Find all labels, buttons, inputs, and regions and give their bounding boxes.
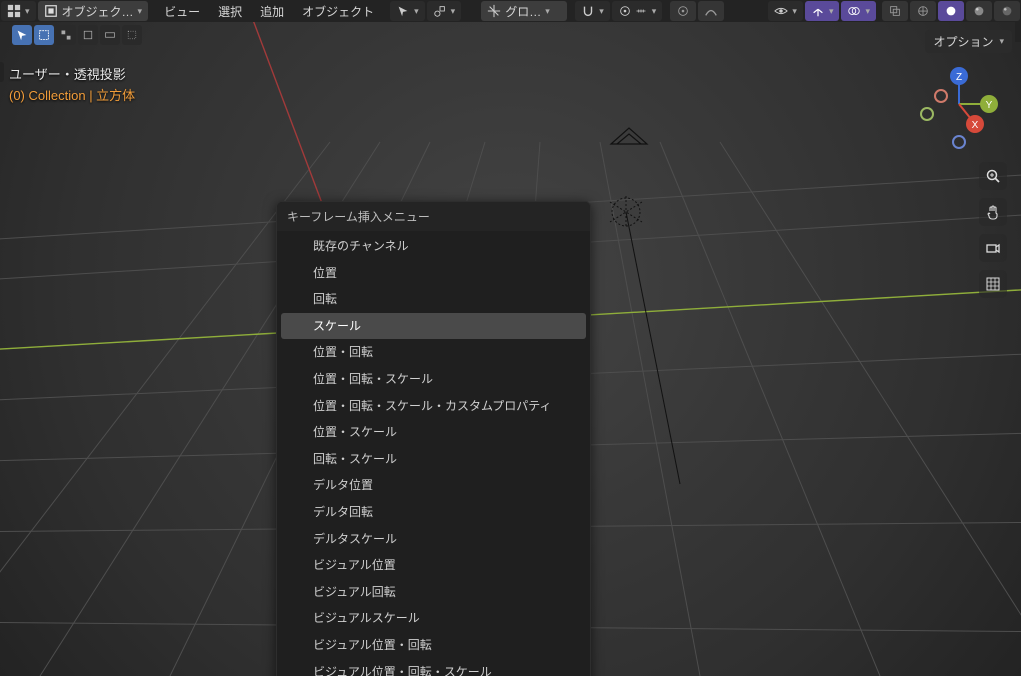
menu-item[interactable]: 位置・スケール xyxy=(281,419,586,446)
rendered-icon xyxy=(1000,4,1014,18)
menu-item[interactable]: 位置・回転 xyxy=(281,339,586,366)
mode-label: オブジェク… xyxy=(62,3,134,20)
pivot-dropdown[interactable] xyxy=(427,1,462,21)
menu-item[interactable]: 位置 xyxy=(281,260,586,287)
viewport-info: ユーザー・透視投影 (0) Collection | 立方体 xyxy=(9,64,135,104)
pan-tool[interactable] xyxy=(979,198,1007,226)
svg-text:Y: Y xyxy=(986,100,993,111)
menu-item[interactable]: 位置・回転・スケール xyxy=(281,366,586,393)
select-tool-tweak[interactable] xyxy=(12,25,32,45)
proportional-icon xyxy=(618,4,632,18)
grid-icon xyxy=(7,4,21,18)
zoom-tool[interactable] xyxy=(979,162,1007,190)
global-icon xyxy=(487,4,501,18)
object-mode-icon xyxy=(44,4,58,18)
orientation-dropdown[interactable]: グロ… xyxy=(481,1,567,21)
menu-title: キーフレーム挿入メニュー xyxy=(277,202,590,231)
menu-view[interactable]: ビュー xyxy=(156,1,208,21)
menu-item[interactable]: 回転・スケール xyxy=(281,446,586,473)
menu-item[interactable]: デルタ位置 xyxy=(281,472,586,499)
menu-item[interactable]: 回転 xyxy=(281,286,586,313)
matprev-icon xyxy=(972,4,986,18)
viewport-projection-label: ユーザー・透視投影 xyxy=(9,64,135,83)
transform-orientation-1[interactable] xyxy=(390,1,425,21)
menu-item[interactable]: ビジュアル位置・回転 xyxy=(281,632,586,659)
select-tool-subtract[interactable] xyxy=(78,25,98,45)
xray-icon xyxy=(888,4,902,18)
snap-dropdown[interactable] xyxy=(575,1,610,21)
eye-icon xyxy=(774,4,788,18)
cursor-icon xyxy=(396,4,410,18)
curve-toggle[interactable] xyxy=(698,1,724,21)
overlays-icon xyxy=(847,4,861,18)
camera-object[interactable] xyxy=(607,122,651,152)
shading-rendered[interactable] xyxy=(994,1,1020,21)
orientation-label: グロ… xyxy=(505,3,541,20)
light-object[interactable] xyxy=(600,194,690,494)
select-mode-toolbar xyxy=(0,24,1021,46)
select-tool-intersect[interactable] xyxy=(122,25,142,45)
menu-item[interactable]: 位置・回転・スケール・カスタムプロパティ xyxy=(281,393,586,420)
menu-item[interactable]: デルタ回転 xyxy=(281,499,586,526)
proportional-dropdown[interactable] xyxy=(612,1,663,21)
gizmo-dropdown[interactable] xyxy=(805,1,840,21)
visibility-dropdown[interactable] xyxy=(768,1,803,21)
keyframe-insert-menu: キーフレーム挿入メニュー 既存のチャンネル位置回転スケール位置・回転位置・回転・… xyxy=(276,201,591,676)
svg-text:Z: Z xyxy=(956,72,962,83)
header-toolbar: オブジェク… ビュー 選択 追加 オブジェクト グロ… xyxy=(0,0,1021,22)
viewport-side-tools xyxy=(979,162,1007,298)
shading-wire[interactable] xyxy=(910,1,936,21)
menu-item[interactable]: 既存のチャンネル xyxy=(281,233,586,260)
perspective-toggle[interactable] xyxy=(979,270,1007,298)
camera-view-tool[interactable] xyxy=(979,234,1007,262)
overlay-dropdown[interactable] xyxy=(841,1,876,21)
pivot-icon xyxy=(433,4,447,18)
wireframe-icon xyxy=(916,4,930,18)
menu-item[interactable]: デルタスケール xyxy=(281,526,586,553)
svg-text:X: X xyxy=(972,120,979,131)
select-tool-box[interactable] xyxy=(34,25,54,45)
options-dropdown[interactable]: オプション xyxy=(925,30,1012,53)
magnet-icon xyxy=(581,4,595,18)
select-tool-extend[interactable] xyxy=(56,25,76,45)
menu-select[interactable]: 選択 xyxy=(210,1,250,21)
menu-item[interactable]: ビジュアル回転 xyxy=(281,579,586,606)
ruler-icon xyxy=(634,4,648,18)
shading-solid[interactable] xyxy=(938,1,964,21)
select-tool-invert[interactable] xyxy=(100,25,120,45)
region-toggle-left[interactable] xyxy=(0,62,4,82)
options-label: オプション xyxy=(933,33,993,50)
xray-toggle[interactable] xyxy=(882,1,908,21)
axes-icon xyxy=(811,4,825,18)
menu-item[interactable]: ビジュアルスケール xyxy=(281,605,586,632)
solid-icon xyxy=(944,4,958,18)
menu-item[interactable]: ビジュアル位置・回転・スケール xyxy=(281,659,586,676)
shading-matprev[interactable] xyxy=(966,1,992,21)
menu-add[interactable]: 追加 xyxy=(252,1,292,21)
menu-item[interactable]: スケール xyxy=(281,313,586,340)
header-menus: ビュー 選択 追加 オブジェクト xyxy=(155,1,383,21)
mode-dropdown[interactable]: オブジェク… xyxy=(38,1,149,21)
target-icon xyxy=(676,4,690,18)
menu-object[interactable]: オブジェクト xyxy=(294,1,382,21)
nav-gizmo[interactable]: Z Y X xyxy=(919,62,999,152)
editor-type-dropdown[interactable] xyxy=(1,1,36,21)
viewport-collection-label: (0) Collection | 立方体 xyxy=(9,85,135,104)
curve-icon xyxy=(704,4,718,18)
target-toggle[interactable] xyxy=(670,1,696,21)
menu-item[interactable]: ビジュアル位置 xyxy=(281,552,586,579)
